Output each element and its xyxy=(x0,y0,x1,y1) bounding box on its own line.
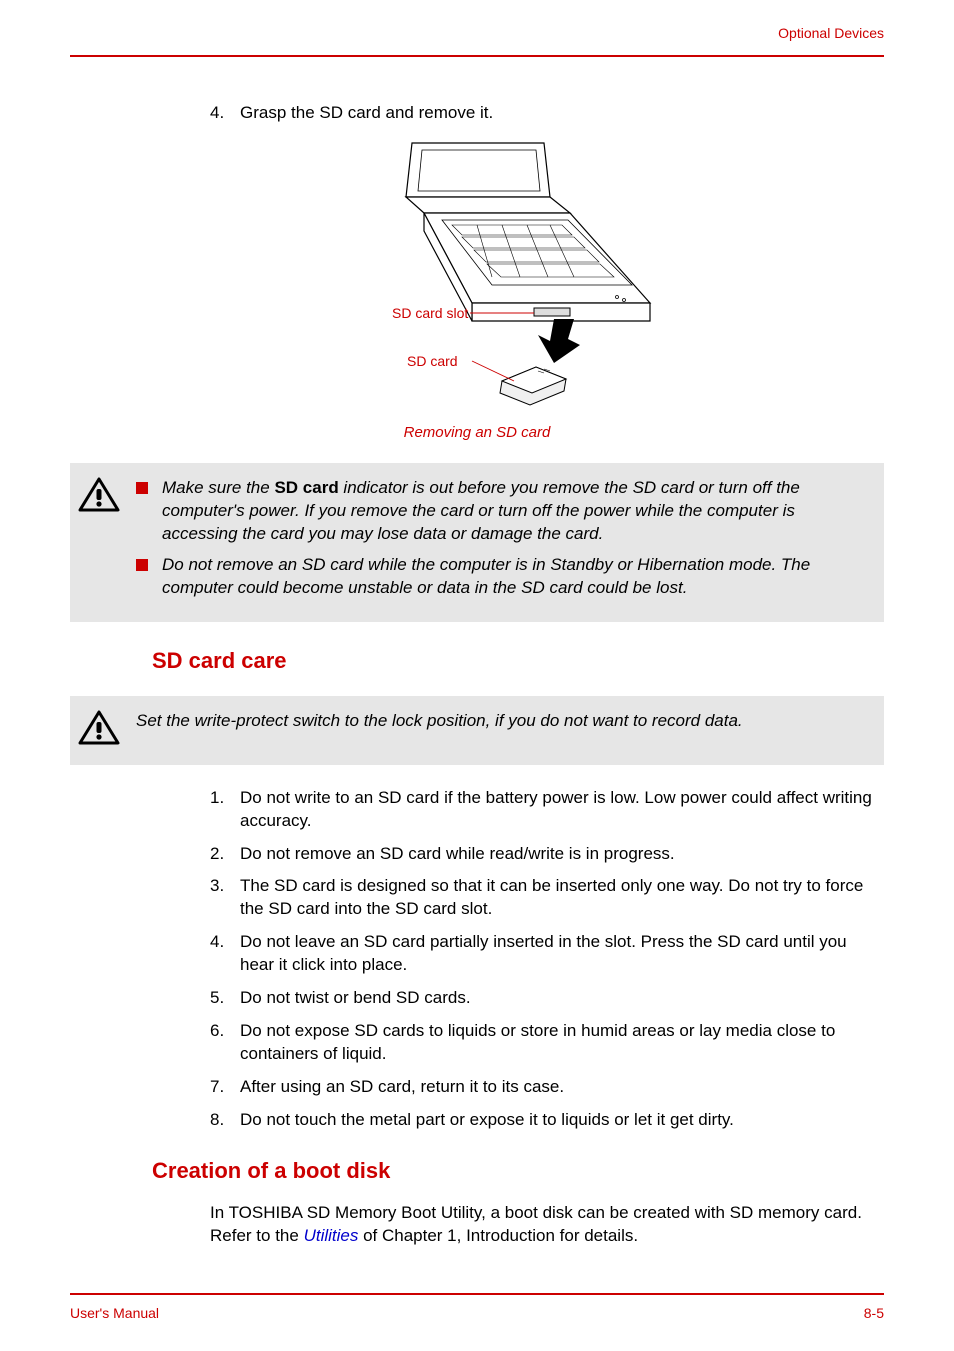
list-item: 2.Do not remove an SD card while read/wr… xyxy=(210,843,884,866)
list-item: 8.Do not touch the metal part or expose … xyxy=(210,1109,884,1132)
boot-disk-paragraph: In TOSHIBA SD Memory Boot Utility, a boo… xyxy=(210,1202,884,1248)
item-text: Do not write to an SD card if the batter… xyxy=(240,787,884,833)
footer-page-number: 8-5 xyxy=(864,1305,884,1321)
bullet-icon xyxy=(136,559,148,571)
footer-left: User's Manual xyxy=(70,1305,159,1321)
warning-box-1: Make sure the SD card indicator is out b… xyxy=(70,463,884,622)
item-number: 5. xyxy=(210,987,240,1010)
header-rule xyxy=(70,55,884,57)
figure-sd-removal: SD card slot SD card Removing an SD card xyxy=(70,135,884,441)
list-item: 6.Do not expose SD cards to liquids or s… xyxy=(210,1020,884,1066)
item-text: Do not twist or bend SD cards. xyxy=(240,987,884,1010)
heading-sd-card-care: SD card care xyxy=(152,648,884,674)
item-number: 2. xyxy=(210,843,240,866)
item-number: 3. xyxy=(210,875,240,921)
warning-text-bold: SD card xyxy=(274,478,338,497)
item-text: Do not remove an SD card while read/writ… xyxy=(240,843,884,866)
item-number: 1. xyxy=(210,787,240,833)
warning-bullet-2: Do not remove an SD card while the compu… xyxy=(136,554,864,600)
list-item: 5.Do not twist or bend SD cards. xyxy=(210,987,884,1010)
item-text: After using an SD card, return it to its… xyxy=(240,1076,884,1099)
item-number: 7. xyxy=(210,1076,240,1099)
page-footer: User's Manual 8-5 xyxy=(70,1293,884,1321)
step-4: 4. Grasp the SD card and remove it. xyxy=(210,102,884,125)
warning-text: Do not remove an SD card while the compu… xyxy=(162,554,864,600)
utilities-link[interactable]: Utilities xyxy=(304,1226,359,1245)
footer-rule xyxy=(70,1293,884,1295)
warning-text: Set the write-protect switch to the lock… xyxy=(136,710,864,751)
item-text: The SD card is designed so that it can b… xyxy=(240,875,884,921)
callout-sd-slot: SD card slot xyxy=(392,305,468,321)
warning-bullet-1: Make sure the SD card indicator is out b… xyxy=(136,477,864,546)
sd-care-list: 1.Do not write to an SD card if the batt… xyxy=(210,787,884,1132)
item-number: 8. xyxy=(210,1109,240,1132)
list-item: 1.Do not write to an SD card if the batt… xyxy=(210,787,884,833)
caution-icon xyxy=(70,710,126,751)
item-text: Do not touch the metal part or expose it… xyxy=(240,1109,884,1132)
caution-icon xyxy=(70,477,126,608)
warning-text-pre: Make sure the xyxy=(162,478,274,497)
step-text: Grasp the SD card and remove it. xyxy=(240,102,884,125)
item-number: 6. xyxy=(210,1020,240,1066)
item-text: Do not leave an SD card partially insert… xyxy=(240,931,884,977)
list-item: 7.After using an SD card, return it to i… xyxy=(210,1076,884,1099)
callout-sd-card: SD card xyxy=(407,353,458,369)
laptop-illustration xyxy=(302,135,652,415)
heading-boot-disk: Creation of a boot disk xyxy=(152,1158,884,1184)
list-item: 3.The SD card is designed so that it can… xyxy=(210,875,884,921)
figure-caption: Removing an SD card xyxy=(70,424,884,441)
list-item: 4.Do not leave an SD card partially inse… xyxy=(210,931,884,977)
step-number: 4. xyxy=(210,102,240,125)
warning-box-2: Set the write-protect switch to the lock… xyxy=(70,696,884,765)
para-text-post: of Chapter 1, Introduction for details. xyxy=(358,1226,638,1245)
bullet-icon xyxy=(136,482,148,494)
item-number: 4. xyxy=(210,931,240,977)
header-section-label: Optional Devices xyxy=(70,25,884,55)
item-text: Do not expose SD cards to liquids or sto… xyxy=(240,1020,884,1066)
